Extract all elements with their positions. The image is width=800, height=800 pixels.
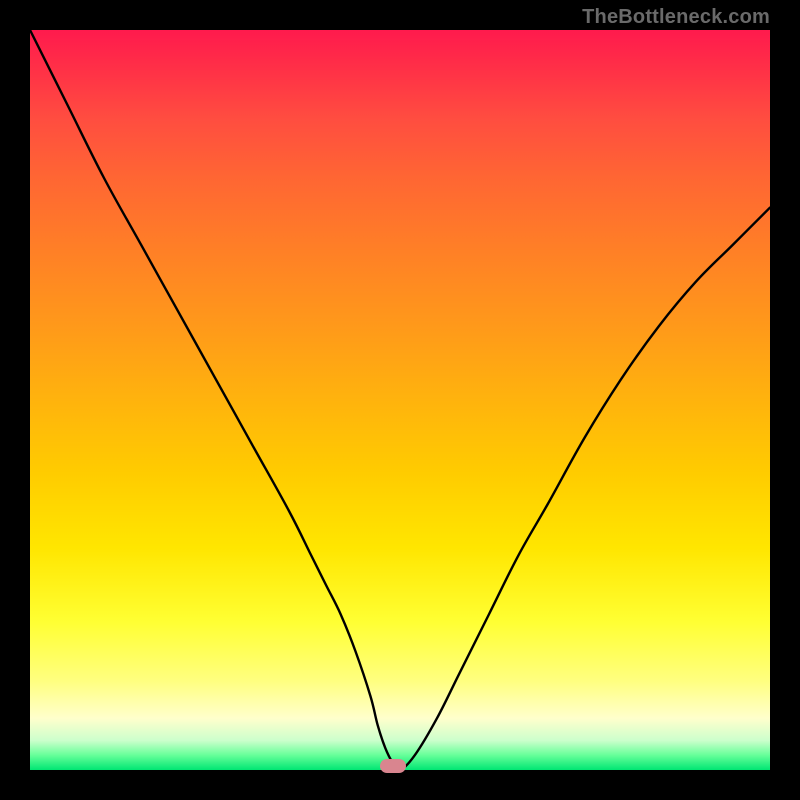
optimal-point-marker: [380, 759, 406, 773]
bottleneck-curve: [30, 30, 770, 770]
watermark-text: TheBottleneck.com: [582, 6, 770, 29]
chart-frame: TheBottleneck.com: [0, 0, 800, 800]
curve-svg: [30, 30, 770, 770]
plot-area: [30, 30, 770, 770]
